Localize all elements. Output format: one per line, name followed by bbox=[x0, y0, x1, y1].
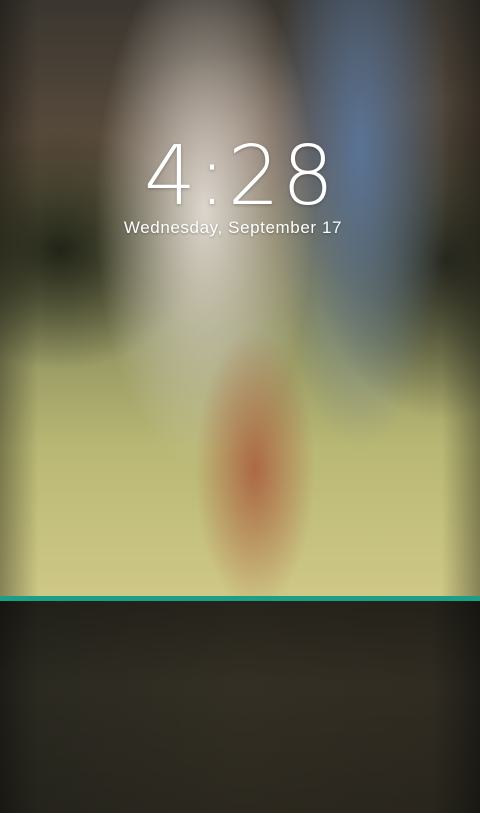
wallpaper-vignette bbox=[0, 0, 480, 598]
unlock-area[interactable] bbox=[0, 601, 480, 813]
wallpaper-image bbox=[0, 0, 480, 598]
lock-screen: 4:28 Wednesday, September 17 bbox=[0, 0, 480, 813]
unlock-area-shade bbox=[0, 601, 480, 813]
clock-date: Wednesday, September 17 bbox=[123, 218, 343, 237]
clock-time: 4:28 bbox=[143, 129, 337, 224]
